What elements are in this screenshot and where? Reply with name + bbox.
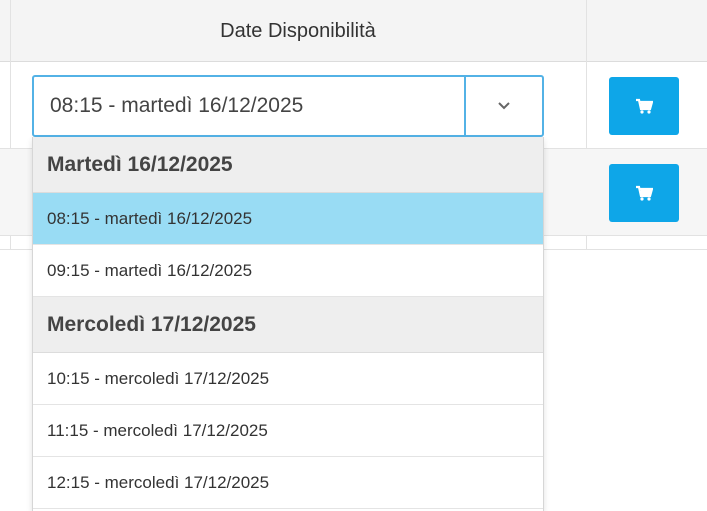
cart-icon — [636, 98, 653, 114]
column-header-date-disponibilita: Date Disponibilità — [220, 19, 376, 42]
page: Date Disponibilità 08:15 - martedì 16/12… — [0, 0, 707, 511]
dropdown-option[interactable]: 12:15 - mercoledì 17/12/2025 — [33, 457, 543, 509]
cart-icon — [636, 185, 653, 201]
dropdown-option[interactable]: 10:15 - mercoledì 17/12/2025 — [33, 353, 543, 405]
select-current-value: 08:15 - martedì 16/12/2025 — [50, 94, 304, 117]
dropdown-group-header: Martedì 16/12/2025 — [33, 137, 543, 193]
add-to-cart-button[interactable] — [609, 164, 679, 222]
dropdown-option[interactable]: 08:15 - martedì 16/12/2025 — [33, 193, 543, 245]
time-slot-select[interactable]: 08:15 - martedì 16/12/2025 — [32, 75, 544, 137]
add-to-cart-button[interactable] — [609, 77, 679, 135]
dropdown-group-header: Mercoledì 17/12/2025 — [33, 297, 543, 353]
chevron-down-icon — [498, 102, 510, 110]
dropdown-option[interactable]: 11:15 - mercoledì 17/12/2025 — [33, 405, 543, 457]
time-slot-dropdown: Martedì 16/12/2025 08:15 - martedì 16/12… — [32, 137, 544, 511]
select-toggle-button[interactable] — [464, 77, 542, 135]
dropdown-option[interactable]: 09:15 - martedì 16/12/2025 — [33, 245, 543, 297]
